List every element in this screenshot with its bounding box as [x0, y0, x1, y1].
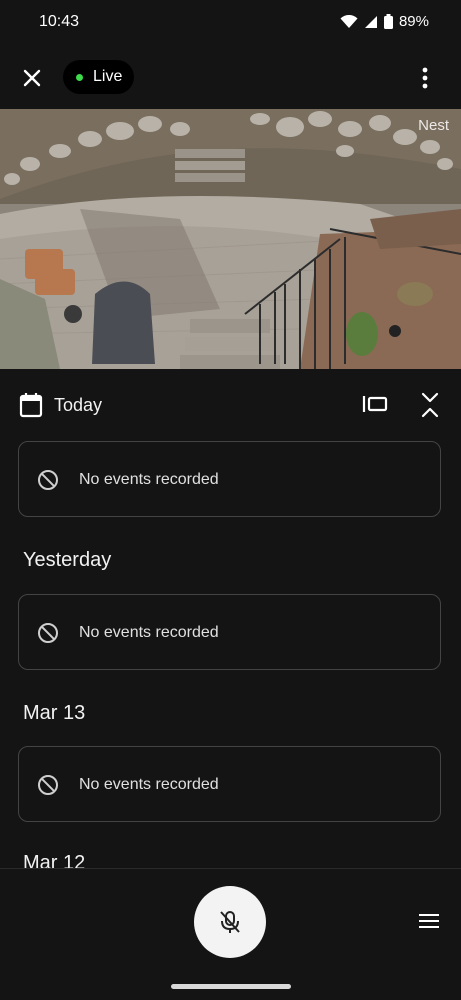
battery-percentage: 89% [398, 13, 429, 30]
nest-watermark: Nest [418, 117, 449, 134]
status-bar: 10:43 89% [0, 0, 461, 46]
camera-feed[interactable]: Nest [0, 109, 461, 369]
top-bar: Live [0, 56, 461, 100]
filmstrip-icon[interactable] [362, 394, 388, 414]
day-heading: Mar 12 [23, 852, 86, 868]
status-time: 10:43 [39, 13, 80, 30]
mic-toggle-button[interactable] [194, 886, 266, 958]
event-card: No events recorded [18, 594, 441, 670]
ban-icon [38, 470, 58, 490]
camera-image [0, 109, 461, 369]
bottom-bar [0, 868, 461, 1000]
status-icons: 89% [340, 13, 429, 30]
live-label: Live [93, 68, 123, 85]
home-indicator[interactable] [171, 984, 291, 989]
live-badge[interactable]: Live [63, 60, 134, 94]
date-label[interactable]: Today [54, 395, 102, 416]
event-card: No events recorded [18, 746, 441, 822]
wifi-icon [340, 14, 358, 28]
mic-off-icon [220, 911, 240, 933]
collapse-icon[interactable] [419, 391, 441, 419]
ban-icon [38, 623, 58, 643]
event-message: No events recorded [79, 471, 219, 488]
ban-icon [38, 775, 58, 795]
day-heading: Yesterday [23, 549, 112, 571]
close-icon[interactable] [18, 64, 46, 92]
date-selector-row: Today [0, 387, 461, 423]
calendar-icon[interactable] [19, 392, 43, 418]
event-message: No events recorded [79, 624, 219, 641]
menu-icon[interactable] [417, 909, 441, 933]
day-heading: Mar 13 [23, 702, 86, 724]
more-vert-icon[interactable] [411, 64, 439, 92]
event-card: No events recorded [18, 441, 441, 517]
live-dot-icon [76, 73, 83, 81]
signal-icon [364, 15, 377, 28]
battery-icon [383, 14, 393, 29]
event-message: No events recorded [79, 776, 219, 793]
